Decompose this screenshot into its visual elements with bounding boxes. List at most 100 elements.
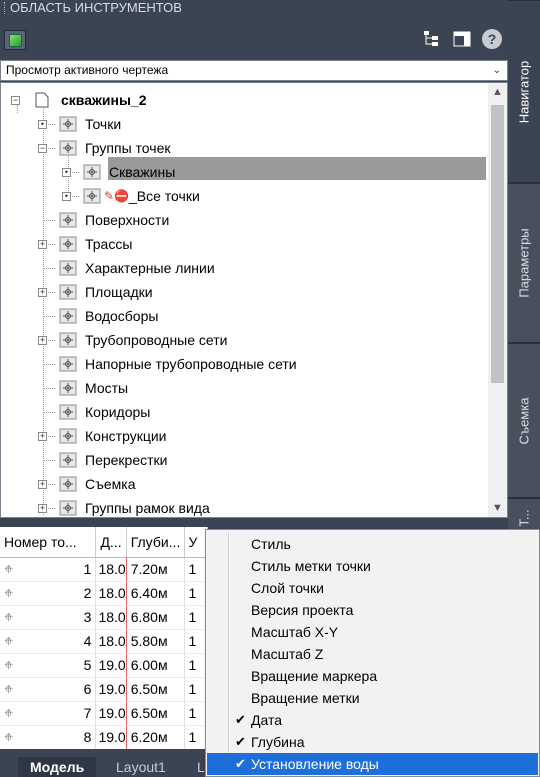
water-cell[interactable]: 1 xyxy=(184,557,208,582)
depth-cell[interactable]: 6.80м xyxy=(126,605,185,630)
table-row[interactable]: ⌖ 6 19.0 6.50м 1 xyxy=(0,677,208,702)
tree-scrollbar[interactable]: ▲ ▼ xyxy=(488,83,507,517)
tree-item[interactable]: Водосборы xyxy=(1,304,487,328)
leaf-dot-icon[interactable]: • xyxy=(62,192,71,201)
menu-item[interactable]: Масштаб Z xyxy=(207,643,538,665)
tree-item[interactable]: Перекрестки xyxy=(1,448,487,472)
drag-grip-icon[interactable] xyxy=(4,2,7,14)
leaf-dot-icon[interactable]: • xyxy=(62,168,71,177)
menu-item[interactable]: Слой точки xyxy=(207,577,538,599)
leaf-dot-icon[interactable]: • xyxy=(38,120,47,129)
tree-item[interactable]: Напорные трубопроводные сети xyxy=(1,352,487,376)
date-cell[interactable]: 19.0 xyxy=(95,653,127,678)
menu-item[interactable]: Стиль метки точки xyxy=(207,555,538,577)
date-cell[interactable]: 19.0 xyxy=(95,725,127,749)
view-select[interactable]: Просмотр активного чертежа ⌄ xyxy=(0,60,508,81)
depth-cell[interactable]: 7.20м xyxy=(126,557,185,582)
depth-cell[interactable]: 6.20м xyxy=(126,725,185,749)
col-header-number[interactable]: Номер то... xyxy=(0,527,97,558)
tree-item[interactable]: + Группы рамок вида xyxy=(1,496,487,517)
water-cell[interactable]: 1 xyxy=(184,605,208,630)
collapse-icon[interactable]: − xyxy=(38,144,47,153)
number-cell[interactable]: ⌖ 3 xyxy=(0,605,97,630)
tree-item[interactable]: + Конструкции xyxy=(1,424,487,448)
number-cell[interactable]: ⌖ 8 xyxy=(0,725,97,749)
tab-survey[interactable]: Съемка xyxy=(508,343,540,498)
help-icon[interactable]: ? xyxy=(482,29,502,49)
tree-item[interactable]: • Скважины xyxy=(1,160,487,184)
menu-item[interactable]: ✔ Установление воды xyxy=(207,753,538,775)
water-cell[interactable]: 1 xyxy=(184,653,208,678)
depth-cell[interactable]: 6.00м xyxy=(126,653,185,678)
number-cell[interactable]: ⌖ 1 xyxy=(0,557,97,582)
number-cell[interactable]: ⌖ 5 xyxy=(0,653,97,678)
table-row[interactable]: ⌖ 2 18.0 6.40м 1 xyxy=(0,581,208,606)
water-cell[interactable]: 1 xyxy=(184,581,208,606)
scroll-up-icon[interactable]: ▲ xyxy=(492,86,503,98)
date-cell[interactable]: 18.0 xyxy=(95,605,127,630)
table-row[interactable]: ⌖ 3 18.0 6.80м 1 xyxy=(0,605,208,630)
depth-cell[interactable]: 6.50м xyxy=(126,677,185,702)
tree-item[interactable]: • ✎⛔ _Все точки xyxy=(1,184,487,208)
chevron-down-icon[interactable]: ⌄ xyxy=(493,61,501,80)
menu-item[interactable]: ✔ Глубина xyxy=(207,731,538,753)
tab-layout1[interactable]: Layout1 xyxy=(104,757,178,777)
menu-item[interactable]: Версия проекта xyxy=(207,599,538,621)
col-header-water[interactable]: У xyxy=(184,527,208,558)
number-cell[interactable]: ⌖ 6 xyxy=(0,677,97,702)
tree-item[interactable]: + Трубопроводные сети xyxy=(1,328,487,352)
water-cell[interactable]: 1 xyxy=(184,677,208,702)
menu-item[interactable]: Вращение маркера xyxy=(207,665,538,687)
menu-item[interactable]: Стиль xyxy=(207,533,538,555)
expand-icon[interactable]: + xyxy=(38,504,47,513)
date-cell[interactable]: 19.0 xyxy=(95,677,127,702)
item-view-icon[interactable] xyxy=(452,29,472,49)
date-cell[interactable]: 18.0 xyxy=(95,629,127,654)
collapse-icon[interactable]: − xyxy=(11,96,20,105)
tree-item[interactable]: Коридоры xyxy=(1,400,487,424)
table-row[interactable]: ⌖ 8 19.0 6.20м 1 xyxy=(0,725,208,749)
tree-item[interactable]: Мосты xyxy=(1,376,487,400)
date-cell[interactable]: 18.0 xyxy=(95,557,127,582)
tab-model[interactable]: Модель xyxy=(18,757,97,777)
date-cell[interactable]: 19.0 xyxy=(95,701,127,726)
date-cell[interactable]: 18.0 xyxy=(95,581,127,606)
col-header-date[interactable]: Д... xyxy=(95,527,127,558)
tree-view-icon[interactable] xyxy=(422,29,442,49)
table-row[interactable]: ⌖ 1 18.0 7.20м 1 xyxy=(0,557,208,582)
scroll-down-icon[interactable]: ▼ xyxy=(492,502,503,514)
number-cell[interactable]: ⌖ 7 xyxy=(0,701,97,726)
tree-item[interactable]: + Площадки xyxy=(1,280,487,304)
expand-icon[interactable]: + xyxy=(38,432,47,441)
expand-icon[interactable]: + xyxy=(38,336,47,345)
scroll-thumb[interactable] xyxy=(491,105,504,383)
table-row[interactable]: ⌖ 7 19.0 6.50м 1 xyxy=(0,701,208,726)
tree-item[interactable]: + Съемка xyxy=(1,472,487,496)
tree-item[interactable]: Характерные линии xyxy=(1,256,487,280)
water-cell[interactable]: 1 xyxy=(184,701,208,726)
depth-cell[interactable]: 5.80м xyxy=(126,629,185,654)
menu-item[interactable]: Вращение метки xyxy=(207,687,538,709)
number-cell[interactable]: ⌖ 4 xyxy=(0,629,97,654)
tree-item[interactable]: Поверхности xyxy=(1,208,487,232)
water-cell[interactable]: 1 xyxy=(184,725,208,749)
toggle-view-button[interactable] xyxy=(4,30,26,50)
water-cell[interactable]: 1 xyxy=(184,629,208,654)
menu-item[interactable]: Масштаб X-Y xyxy=(207,621,538,643)
tab-navigator[interactable]: Навигатор xyxy=(508,0,540,183)
tree-item[interactable]: • Точки xyxy=(1,112,487,136)
expand-icon[interactable]: + xyxy=(38,480,47,489)
col-header-depth[interactable]: Глуби... xyxy=(126,527,185,558)
number-cell[interactable]: ⌖ 2 xyxy=(0,581,97,606)
menu-item[interactable]: ✔ Дата xyxy=(207,709,538,731)
expand-icon[interactable]: + xyxy=(38,240,47,249)
tab-settings[interactable]: Параметры xyxy=(508,183,540,343)
table-row[interactable]: ⌖ 4 18.0 5.80м 1 xyxy=(0,629,208,654)
depth-cell[interactable]: 6.50м xyxy=(126,701,185,726)
expand-icon[interactable]: + xyxy=(38,288,47,297)
depth-cell[interactable]: 6.40м xyxy=(126,581,185,606)
tree-item[interactable]: − Группы точек xyxy=(1,136,487,160)
table-row[interactable]: ⌖ 5 19.0 6.00м 1 xyxy=(0,653,208,678)
tree-item[interactable]: + Трассы xyxy=(1,232,487,256)
panel-titlebar[interactable]: ОБЛАСТЬ ИНСТРУМЕНТОВ xyxy=(0,0,508,18)
